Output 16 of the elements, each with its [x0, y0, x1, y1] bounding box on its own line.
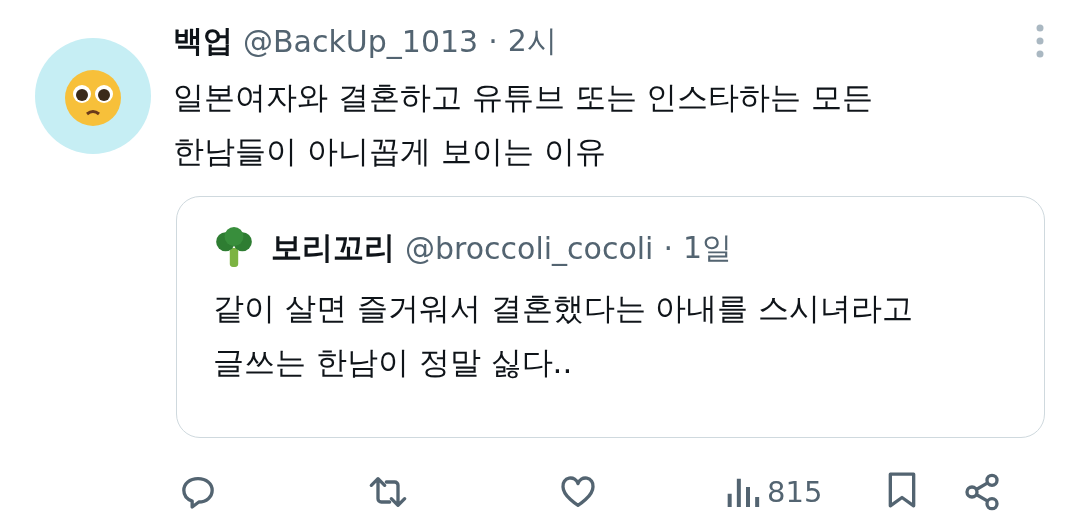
- author-name[interactable]: 백업: [173, 20, 233, 62]
- post-text: 일본여자와 결혼하고 유튜브 또는 인스타하는 모든: [173, 78, 875, 117]
- avatar-emoji-icon[interactable]: [35, 38, 151, 154]
- broccoli-icon: [213, 227, 255, 269]
- post-time[interactable]: 2시: [507, 20, 557, 62]
- separator-dot: ·: [488, 23, 498, 59]
- separator-dot: ·: [663, 230, 673, 266]
- quoted-post-card[interactable]: 보리꼬리 @broccoli_cocoli · 1일 같이 살면 즐거워서 결혼했다는 아내를 스시녀라고 글쓰는 한남이 정말 싫다..: [176, 196, 1045, 438]
- quoted-post-text: 글쓰는 한남이 정말 싫다..: [213, 343, 574, 382]
- quoted-author-handle: @broccoli_cocoli: [405, 230, 654, 266]
- view-count[interactable]: 815: [767, 475, 823, 509]
- quoted-post-time: 1일: [683, 228, 733, 267]
- quoted-post-text: 같이 살면 즐거워서 결혼했다는 아내를 스시녀라고: [213, 289, 915, 328]
- post-text: 한남들이 아니꼽게 보이는 이유: [173, 132, 607, 171]
- author-handle[interactable]: @BackUp_1013: [243, 23, 479, 59]
- quoted-author-name: 보리꼬리: [271, 228, 395, 267]
